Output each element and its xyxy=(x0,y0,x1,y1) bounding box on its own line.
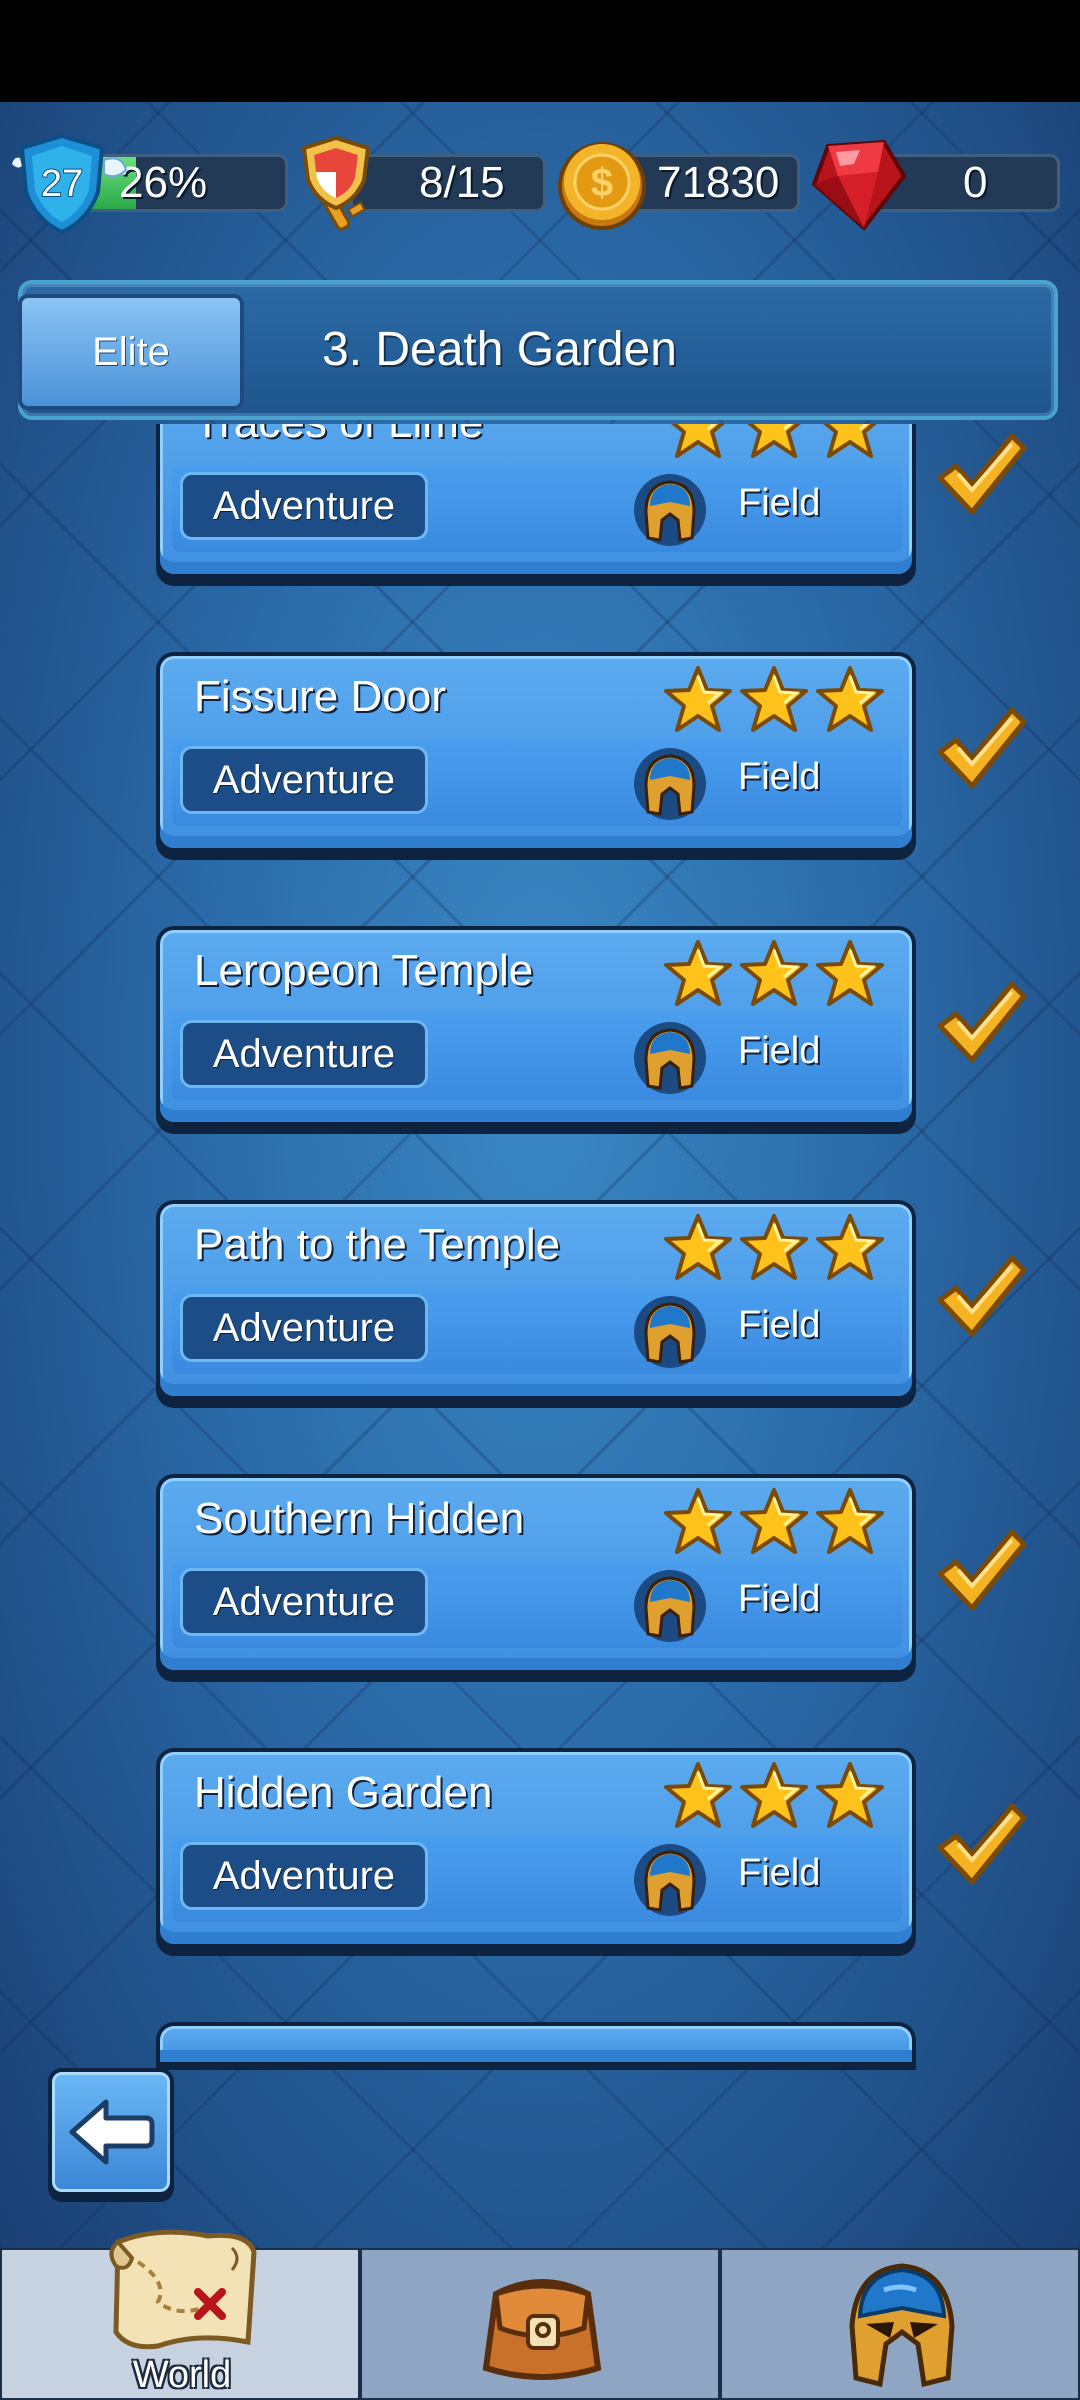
adventure-tag: Adventure xyxy=(180,1020,428,1088)
level-type: Field xyxy=(738,1030,821,1072)
level-card[interactable]: Southern Hidden Adventure Field xyxy=(156,1474,916,1674)
adventure-tag: Adventure xyxy=(180,1568,428,1636)
level-card[interactable]: Leropeon Temple Adventure Field xyxy=(156,926,916,1126)
gems-count: 0 xyxy=(963,158,988,207)
three-star-rating-icon xyxy=(664,1762,884,1828)
keys-count: 8/15 xyxy=(419,158,505,207)
svg-text:$: $ xyxy=(591,161,613,205)
bottom-nav: World xyxy=(0,2229,1080,2400)
stage-title: 3. Death Garden xyxy=(322,323,677,376)
level-card[interactable]: Traces of Lime Adventure Field xyxy=(156,424,916,578)
cleared-check-icon xyxy=(932,1248,1028,1344)
level-card-partial[interactable] xyxy=(156,2022,916,2062)
nav-tab-inventory[interactable] xyxy=(360,2248,720,2400)
three-star-rating-icon xyxy=(664,1214,884,1280)
level-type: Field xyxy=(738,482,821,524)
key-shield-icon[interactable] xyxy=(296,132,386,238)
field-helmet-icon xyxy=(634,748,706,820)
cleared-check-icon xyxy=(932,700,1028,796)
cleared-check-icon xyxy=(932,1796,1028,1892)
gold-count: 71830 xyxy=(657,158,780,207)
three-star-rating-icon xyxy=(664,666,884,732)
level-title: Southern Hidden xyxy=(194,1494,525,1543)
elite-mode-tab[interactable]: Elite xyxy=(18,294,244,410)
bag-icon xyxy=(482,2279,602,2380)
field-helmet-icon xyxy=(634,1570,706,1642)
game-screen: 26% 27 8/15 71830 $ 0 Elite 3. Death Gar… xyxy=(0,102,1080,2248)
level-title: Path to the Temple xyxy=(194,1220,561,1269)
gold-coin-icon[interactable]: $ xyxy=(554,136,650,232)
world-map-icon xyxy=(109,2229,257,2350)
level-title: Hidden Garden xyxy=(194,1768,493,1817)
adventure-tag: Adventure xyxy=(180,472,428,540)
nav-world-label: World xyxy=(132,2354,232,2396)
level-card[interactable]: Fissure Door Adventure Field xyxy=(156,652,916,852)
back-button[interactable] xyxy=(48,2068,174,2196)
nav-tab-world[interactable]: World xyxy=(0,2229,360,2400)
three-star-rating-icon xyxy=(664,1488,884,1554)
field-helmet-icon xyxy=(634,1296,706,1368)
nav-tab-heroes[interactable] xyxy=(720,2248,1080,2400)
field-helmet-icon xyxy=(634,1022,706,1094)
level-title: Traces of Lime xyxy=(194,424,483,448)
level-list[interactable]: Traces of LimeAdventureFieldFissure Door… xyxy=(0,424,1080,2164)
back-arrow-icon xyxy=(69,2099,155,2165)
level-type: Field xyxy=(738,1578,821,1620)
cleared-check-icon xyxy=(932,1522,1028,1618)
three-star-rating-icon xyxy=(671,424,877,458)
cleared-check-icon xyxy=(932,974,1028,1070)
cleared-check-icon xyxy=(932,426,1028,522)
level-type: Field xyxy=(738,1304,821,1346)
helmet-icon xyxy=(849,2263,955,2388)
adventure-tag: Adventure xyxy=(180,1842,428,1910)
field-helmet-icon xyxy=(634,474,706,546)
level-title: Leropeon Temple xyxy=(194,946,534,995)
level-card[interactable]: Hidden Garden Adventure Field xyxy=(156,1748,916,1948)
ruby-gem-icon[interactable] xyxy=(808,136,908,232)
level-shield-icon[interactable]: 27 xyxy=(12,132,128,236)
level-title: Fissure Door xyxy=(194,672,446,721)
level-type: Field xyxy=(738,1852,821,1894)
xp-percent: 26% xyxy=(119,158,208,207)
three-star-rating-icon xyxy=(664,940,884,1006)
status-bar xyxy=(0,0,1080,102)
adventure-tag: Adventure xyxy=(180,746,428,814)
level-number: 27 xyxy=(41,163,83,205)
adventure-tag: Adventure xyxy=(180,1294,428,1362)
level-card[interactable]: Path to the Temple Adventure Field xyxy=(156,1200,916,1400)
field-helmet-icon xyxy=(634,1844,706,1916)
level-type: Field xyxy=(738,756,821,798)
